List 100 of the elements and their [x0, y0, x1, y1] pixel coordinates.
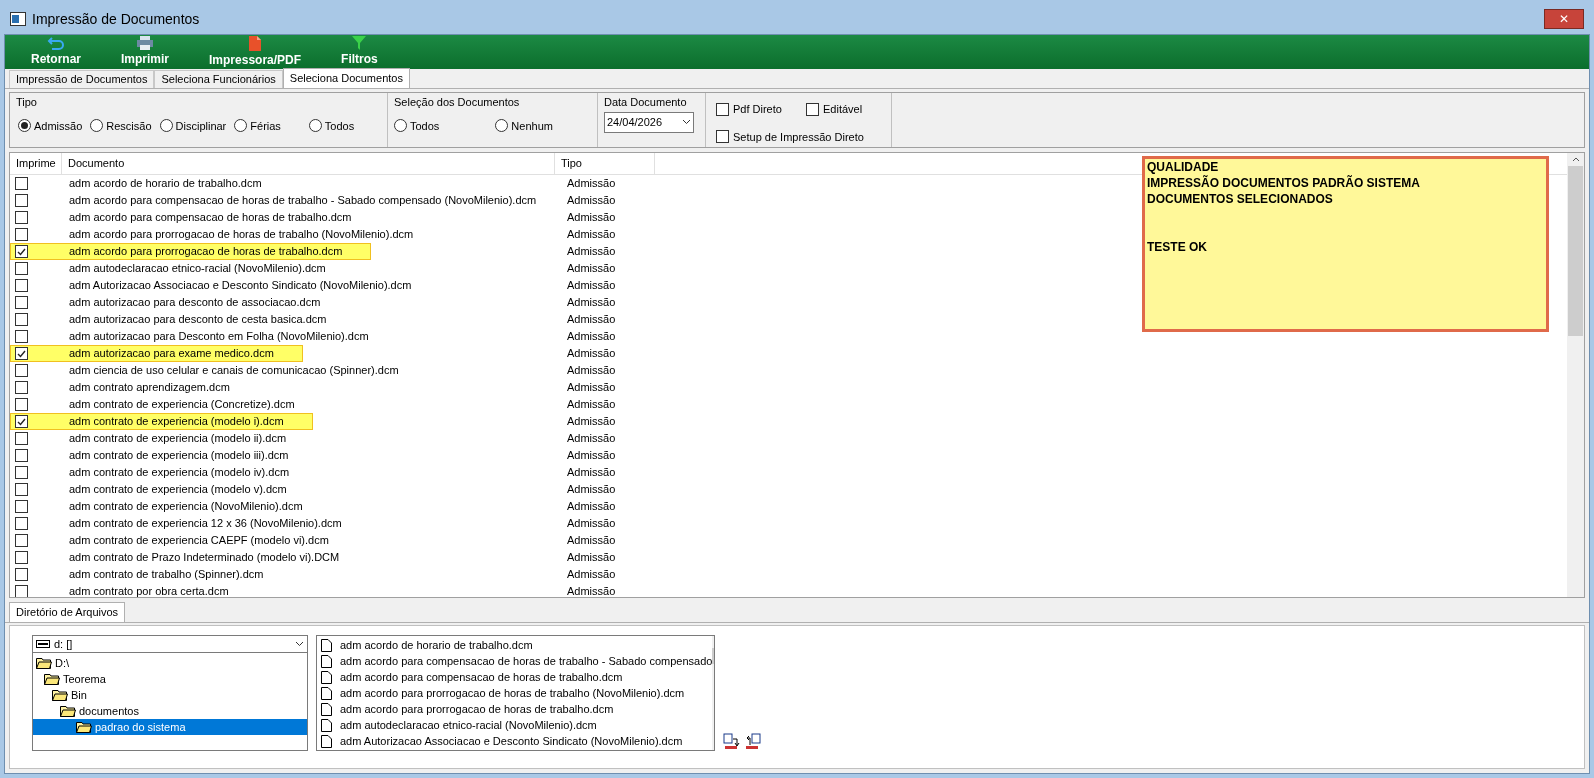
table-cell-text: adm contrato de trabalho (Spinner).dcm — [68, 567, 265, 583]
checkbox[interactable] — [15, 194, 28, 207]
checkbox[interactable] — [15, 364, 28, 377]
checkbox[interactable] — [15, 585, 28, 597]
table-cell-text: Admissão — [566, 227, 617, 243]
open-folder-icon — [76, 721, 92, 733]
checkbox[interactable] — [15, 568, 28, 581]
table-cell-text: adm ciencia de uso celular e canais de comunicacao (Spinner).dcm — [68, 363, 400, 379]
tab[interactable]: Seleciona Funcionários — [154, 70, 283, 88]
toolbar-button[interactable]: Impressora/PDF — [203, 35, 308, 69]
table-cell-text: adm contrato de experiencia CAEPF (modelo vi).dcm — [68, 533, 330, 549]
checkbox[interactable] — [15, 483, 28, 496]
checkbox[interactable] — [716, 102, 729, 116]
table-cell-text: adm acordo para compensacao de horas de trabalho - Sabado compensado (NovoMilenio).dcm — [68, 193, 538, 209]
table-cell-text: adm contrato de experiencia 12 x 36 (NovoMilenio).dcm — [68, 516, 343, 532]
radio-button[interactable] — [90, 119, 104, 133]
open-folder-icon — [60, 705, 76, 717]
checkbox[interactable] — [15, 381, 28, 394]
table-cell-text: adm contrato de experiencia (modelo i).dcm — [68, 414, 285, 430]
radio-button[interactable] — [18, 119, 31, 133]
table-cell-text: Admissão — [566, 193, 617, 209]
checkbox-label: Pdf Direto — [733, 102, 782, 117]
table-cell-text: Admissão — [566, 244, 617, 260]
radio-button[interactable] — [394, 119, 407, 133]
table-cell-text: Admissão — [566, 380, 617, 396]
checkbox[interactable] — [716, 130, 729, 144]
folder-item[interactable]: padrao do sistema — [33, 719, 307, 735]
chevron-down-icon — [682, 119, 691, 125]
column-header[interactable]: Documento — [62, 153, 555, 174]
tab[interactable]: Impressão de Documentos — [9, 70, 155, 88]
radio-button[interactable] — [308, 119, 322, 133]
file-icon — [321, 734, 332, 748]
checkbox[interactable] — [15, 517, 28, 530]
close-button[interactable]: ✕ — [1544, 9, 1584, 29]
radio-button[interactable] — [159, 119, 173, 133]
table-cell-text: adm contrato por obra certa.dcm — [68, 584, 230, 597]
file-icon — [321, 702, 332, 716]
checkbox[interactable] — [15, 245, 28, 258]
file-item[interactable]: adm acordo para compensacao de horas de trabalho - Sabado compensado — [317, 653, 713, 669]
checkbox[interactable] — [15, 296, 28, 309]
checkbox[interactable] — [15, 551, 28, 564]
file-item[interactable]: adm acordo para prorrogacao de horas de trabalho (NovoMilenio).dcm — [317, 685, 713, 701]
open-folder-icon — [44, 673, 60, 685]
checkbox-label: Editável — [823, 102, 863, 117]
column-header[interactable]: Tipo — [555, 153, 655, 174]
table-cell-text: Admissão — [566, 516, 617, 532]
checkbox[interactable] — [15, 466, 28, 479]
checkbox[interactable] — [15, 534, 28, 547]
radio-button[interactable] — [495, 119, 509, 133]
scrollbar[interactable] — [1567, 153, 1584, 597]
checkbox[interactable] — [15, 177, 28, 190]
checkbox[interactable] — [15, 279, 28, 292]
table-cell-text: Admissão — [566, 176, 617, 192]
checkbox[interactable] — [15, 211, 28, 224]
scroll-thumb[interactable] — [1568, 166, 1583, 336]
toolbar-button[interactable]: Filtros — [335, 36, 384, 68]
table-cell-text: Admissão — [566, 533, 617, 549]
tab[interactable]: Seleciona Documentos — [282, 68, 410, 88]
tab[interactable]: Diretório de Arquivos — [9, 602, 126, 622]
checkbox[interactable] — [15, 313, 28, 326]
copy-file-icon[interactable] — [723, 733, 740, 750]
drive-select[interactable]: d: [] — [32, 635, 308, 653]
checkbox[interactable] — [15, 500, 28, 513]
table-cell-text: Admissão — [566, 261, 617, 277]
toolbar-button[interactable]: Imprimir — [115, 36, 176, 68]
table-cell-text: Admissão — [566, 363, 617, 379]
table-cell-text: Admissão — [566, 329, 617, 345]
file-item[interactable]: adm acordo para prorrogacao de horas de trabalho.dcm — [317, 701, 713, 717]
checkbox[interactable] — [15, 449, 28, 462]
export-file-icon[interactable] — [744, 733, 761, 750]
folder-item[interactable]: documentos — [33, 703, 307, 719]
radio-button[interactable] — [234, 119, 248, 133]
table-cell-text: Admissão — [566, 584, 617, 597]
checkbox[interactable] — [15, 415, 28, 428]
checkbox[interactable] — [15, 262, 28, 275]
folder-item[interactable]: D:\ — [33, 655, 307, 671]
table-cell-text: adm contrato de experiencia (modelo iv).dcm — [68, 465, 291, 481]
checkbox[interactable] — [15, 228, 28, 241]
date-picker[interactable]: 24/04/2026 — [604, 111, 694, 133]
file-item[interactable]: adm acordo de horario de trabalho.dcm — [317, 637, 713, 653]
table-cell-text: Admissão — [566, 210, 617, 226]
file-item[interactable]: adm Autorizacao Associacao e Desconto Sindicato (NovoMilenio).dcm — [317, 733, 713, 749]
checkbox[interactable] — [15, 432, 28, 445]
folder-item[interactable]: Teorema — [33, 671, 307, 687]
table-cell-text: Admissão — [566, 499, 617, 515]
checkbox[interactable] — [806, 102, 819, 116]
return-arrow-icon — [47, 36, 65, 50]
checkbox[interactable] — [15, 347, 28, 360]
toolbar-button[interactable]: Retornar — [25, 36, 87, 68]
note-text: IMPRESSÃO DOCUMENTOS PADRÃO SISTEMA — [1147, 175, 1421, 191]
table-cell-text: Admissão — [566, 550, 617, 566]
file-icon — [321, 654, 332, 668]
file-item[interactable]: adm autodeclaracao etnico-racial (NovoMilenio).dcm — [317, 717, 713, 733]
file-item[interactable]: adm acordo para compensacao de horas de trabalho.dcm — [317, 669, 713, 685]
column-header[interactable]: Imprime — [10, 153, 62, 174]
folder-item[interactable]: Bin — [33, 687, 307, 703]
table-cell-text: Admissão — [566, 397, 617, 413]
checkbox[interactable] — [15, 398, 28, 411]
radio-label: Todos — [324, 118, 355, 134]
checkbox[interactable] — [15, 330, 28, 343]
